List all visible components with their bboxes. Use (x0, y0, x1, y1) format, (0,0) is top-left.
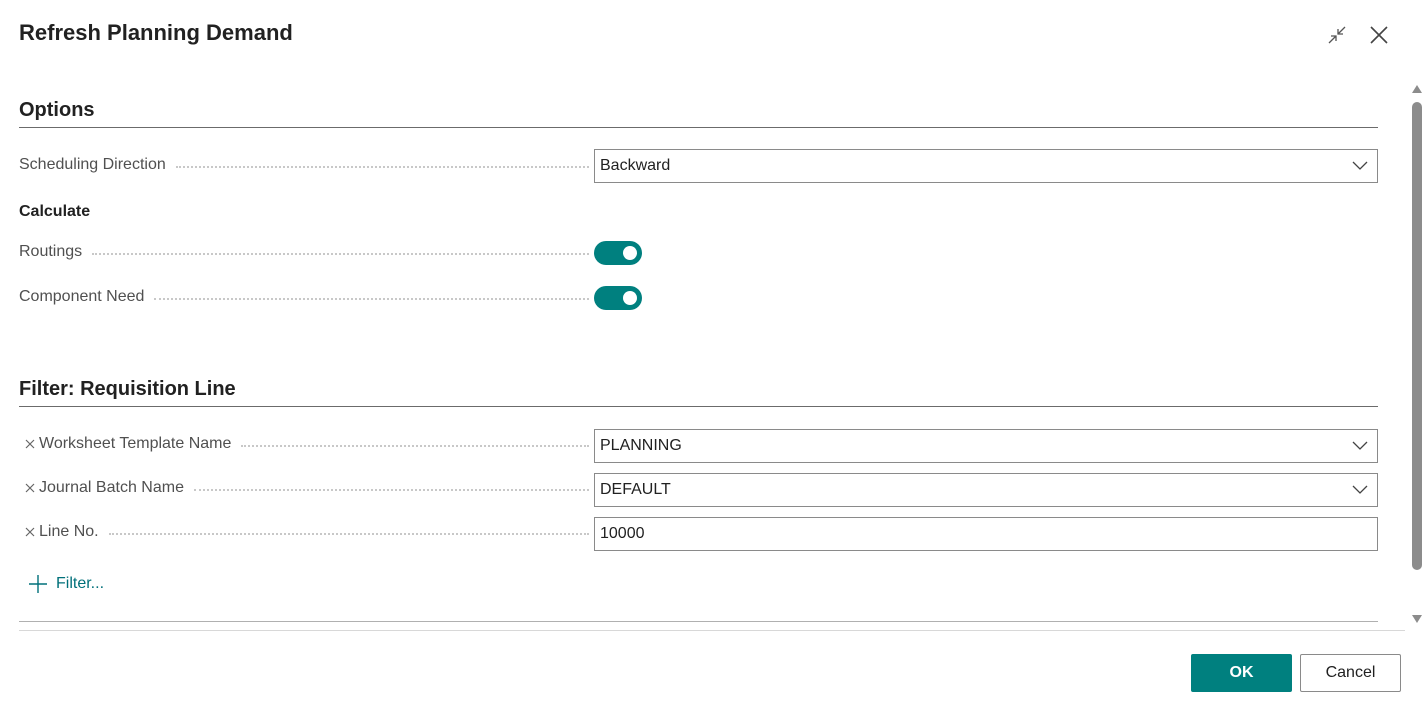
calculate-group-label: Calculate (19, 203, 91, 220)
worksheet-template-select[interactable]: PLANNING (594, 429, 1378, 463)
component-need-toggle[interactable] (594, 286, 642, 310)
line-no-label: Line No. (21, 523, 589, 541)
close-icon (1370, 26, 1388, 44)
collapse-button[interactable] (1324, 22, 1350, 48)
scroll-thumb[interactable] (1412, 102, 1422, 570)
plus-icon (29, 575, 47, 593)
toggle-knob (623, 246, 637, 260)
options-section-title: Options (19, 99, 95, 121)
add-filter-link[interactable]: Filter... (28, 574, 104, 594)
worksheet-template-label: Worksheet Template Name (21, 435, 589, 453)
scheduling-direction-label: Scheduling Direction (19, 156, 589, 174)
scroll-up-arrow-icon[interactable] (1412, 84, 1422, 94)
cancel-button[interactable]: Cancel (1300, 654, 1401, 692)
vertical-scrollbar[interactable] (1410, 82, 1424, 628)
scroll-down-arrow-icon[interactable] (1412, 614, 1422, 624)
content-end-divider (19, 621, 1378, 622)
worksheet-template-value: PLANNING (600, 437, 682, 454)
line-no-input[interactable]: 10000 (594, 517, 1378, 551)
toggle-knob (623, 291, 637, 305)
chevron-down-icon (1343, 474, 1377, 506)
remove-filter-icon[interactable] (23, 437, 37, 451)
chevron-down-icon (1343, 150, 1377, 182)
filter-divider (19, 406, 1378, 407)
add-filter-label: Filter... (56, 575, 105, 592)
routings-toggle[interactable] (594, 241, 642, 265)
refresh-planning-demand-dialog: Refresh Planning Demand Options Scheduli… (0, 0, 1426, 714)
chevron-down-icon (1343, 430, 1377, 462)
journal-batch-label: Journal Batch Name (21, 479, 589, 497)
remove-filter-icon[interactable] (23, 525, 37, 539)
journal-batch-select[interactable]: DEFAULT (594, 473, 1378, 507)
remove-filter-icon[interactable] (23, 481, 37, 495)
line-no-value: 10000 (600, 525, 645, 542)
scheduling-direction-value: Backward (600, 157, 671, 174)
routings-label: Routings (19, 243, 589, 261)
dialog-title: Refresh Planning Demand (19, 20, 293, 45)
component-need-label: Component Need (19, 288, 589, 306)
options-divider (19, 127, 1378, 128)
ok-button[interactable]: OK (1191, 654, 1292, 692)
footer-divider (19, 630, 1405, 631)
close-button[interactable] (1366, 22, 1392, 48)
collapse-icon (1328, 26, 1346, 44)
scheduling-direction-select[interactable]: Backward (594, 149, 1378, 183)
filter-section-title: Filter: Requisition Line (19, 378, 236, 400)
journal-batch-value: DEFAULT (600, 481, 671, 498)
